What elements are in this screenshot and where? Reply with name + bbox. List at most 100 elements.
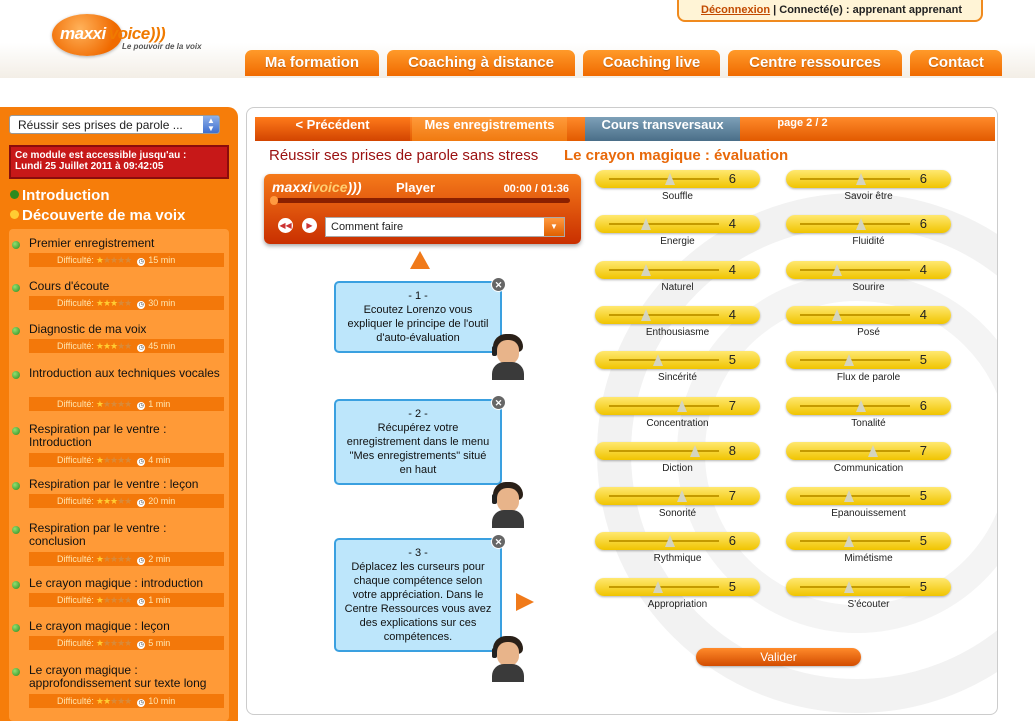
module-select-value: Réussir ses prises de parole ... bbox=[18, 118, 183, 132]
green-bullet-icon bbox=[12, 327, 20, 335]
slider-thumb[interactable] bbox=[652, 354, 663, 367]
skill-label: Sourire bbox=[852, 281, 885, 293]
nav-centre-ressources[interactable]: Centre ressources bbox=[728, 50, 902, 76]
module-select[interactable]: Réussir ses prises de parole ... ▲ ▼ bbox=[9, 115, 220, 134]
nav-contact[interactable]: Contact bbox=[910, 50, 1002, 76]
slider-thumb[interactable] bbox=[665, 173, 676, 185]
clock-icon: ◷ bbox=[137, 301, 146, 309]
slider-value: 6 bbox=[728, 171, 736, 186]
close-icon[interactable]: ✕ bbox=[491, 395, 506, 410]
slider-thumb[interactable] bbox=[843, 490, 854, 503]
slider-thumb[interactable] bbox=[677, 399, 688, 412]
skill-slider[interactable]: 4 bbox=[786, 305, 951, 324]
skill-slider[interactable]: 5 bbox=[786, 577, 951, 596]
skill-slider[interactable]: 5 bbox=[786, 487, 951, 506]
lesson-duration: 10 min bbox=[148, 696, 176, 706]
lesson-title: Cours d'écoute bbox=[29, 279, 110, 293]
skill-slider[interactable]: 6 bbox=[786, 396, 951, 415]
slider-track bbox=[609, 495, 719, 498]
skill-slider[interactable]: 4 bbox=[786, 260, 951, 279]
slider-thumb[interactable] bbox=[831, 308, 842, 321]
nav-ma-formation[interactable]: Ma formation bbox=[245, 50, 379, 76]
skill-slider[interactable]: 8 bbox=[595, 441, 760, 460]
green-bullet-icon bbox=[12, 668, 20, 676]
slider-value: 5 bbox=[919, 578, 927, 594]
clock-icon: ◷ bbox=[137, 598, 146, 606]
rewind-icon[interactable]: ◀◀ bbox=[278, 218, 293, 233]
nav-coaching-live[interactable]: Coaching live bbox=[583, 50, 720, 76]
difficulty-row: Difficulté: ★★★★★ ◷ 20 min bbox=[29, 494, 224, 508]
tab-mes-enregistrements[interactable]: Mes enregistrements bbox=[412, 117, 567, 141]
skill-slider[interactable]: 7 bbox=[595, 396, 760, 415]
slider-thumb[interactable] bbox=[843, 354, 854, 367]
coach-avatar-icon bbox=[491, 334, 525, 380]
slider-thumb[interactable] bbox=[665, 535, 676, 548]
skill-slider[interactable]: 5 bbox=[786, 532, 951, 551]
skill-slider[interactable]: 4 bbox=[595, 305, 760, 324]
arrow-right-icon bbox=[516, 593, 534, 611]
skill-slider[interactable]: 5 bbox=[595, 351, 760, 370]
slider-thumb[interactable] bbox=[868, 444, 879, 457]
slider-thumb[interactable] bbox=[640, 308, 651, 321]
slider-value: 4 bbox=[728, 306, 736, 322]
slider-thumb[interactable] bbox=[652, 580, 663, 593]
player-time: 00:00 / 01:36 bbox=[503, 183, 569, 195]
slider-thumb[interactable] bbox=[640, 218, 651, 231]
close-icon[interactable]: ✕ bbox=[491, 277, 506, 292]
lesson-duration: 4 min bbox=[148, 455, 171, 465]
skill-slider[interactable]: 4 bbox=[595, 260, 760, 279]
maxxivoice-logo[interactable]: maxxi voice))) Le pouvoir de la voix bbox=[52, 14, 202, 56]
play-icon[interactable]: ▶ bbox=[302, 218, 317, 233]
skill-slider[interactable]: 6 bbox=[786, 170, 951, 188]
skill-label: Mimétisme bbox=[844, 553, 893, 565]
lesson-duration: 1 min bbox=[148, 399, 171, 409]
difficulty-stars-icon: ★★★★★ bbox=[95, 638, 132, 648]
skill-slider[interactable]: 7 bbox=[786, 441, 951, 460]
player-track-select[interactable]: Comment faire ▼ bbox=[325, 217, 565, 237]
skill-slider[interactable]: 4 bbox=[595, 215, 760, 234]
slider-thumb[interactable] bbox=[856, 173, 867, 185]
validate-button[interactable]: Valider bbox=[696, 648, 861, 666]
slider-thumb[interactable] bbox=[843, 535, 854, 548]
lesson-title: Respiration par le ventre : Introduction bbox=[29, 422, 167, 449]
section-decouverte[interactable]: Découverte de ma voix bbox=[10, 207, 185, 224]
skill-slider[interactable]: 5 bbox=[786, 351, 951, 370]
section-introduction[interactable]: Introduction bbox=[10, 187, 109, 204]
slider-value: 7 bbox=[728, 488, 736, 504]
connection-bar: Déconnexion | Connecté(e) : apprenant ap… bbox=[677, 0, 983, 22]
select-arrows-icon: ▲ ▼ bbox=[203, 116, 219, 133]
logout-link[interactable]: Déconnexion bbox=[701, 4, 770, 16]
skill-slider[interactable]: 7 bbox=[595, 487, 760, 506]
difficulty-stars-icon: ★★★★★ bbox=[95, 554, 132, 564]
clock-icon: ◷ bbox=[137, 641, 146, 649]
difficulty-label: Difficulté: bbox=[57, 638, 94, 648]
slider-thumb[interactable] bbox=[689, 444, 700, 457]
close-icon[interactable]: ✕ bbox=[491, 534, 506, 549]
slider-value: 4 bbox=[728, 261, 736, 277]
slider-thumb[interactable] bbox=[856, 218, 867, 231]
lesson-duration: 2 min bbox=[148, 554, 171, 564]
lesson-title: Respiration par le ventre : conclusion bbox=[29, 521, 167, 548]
slider-thumb[interactable] bbox=[677, 490, 688, 503]
player-progress-handle[interactable] bbox=[270, 196, 278, 205]
skill-slider[interactable]: 6 bbox=[595, 532, 760, 551]
difficulty-label: Difficulté: bbox=[57, 496, 94, 506]
nav-coaching-distance[interactable]: Coaching à distance bbox=[387, 50, 575, 76]
slider-thumb[interactable] bbox=[640, 263, 651, 276]
slider-thumb[interactable] bbox=[831, 263, 842, 276]
difficulty-stars-icon: ★★★★★ bbox=[95, 455, 132, 465]
skill-slider[interactable]: 6 bbox=[786, 215, 951, 234]
skill-label: Energie bbox=[660, 236, 695, 248]
logo-brand-a: maxxi bbox=[60, 24, 106, 43]
skill-slider[interactable]: 6 bbox=[595, 170, 760, 188]
player-progress-bar[interactable] bbox=[270, 196, 570, 205]
skill-label: Naturel bbox=[661, 281, 694, 293]
previous-button[interactable]: < Précédent bbox=[255, 117, 410, 141]
slider-thumb[interactable] bbox=[843, 580, 854, 593]
difficulty-label: Difficulté: bbox=[57, 696, 94, 706]
slider-thumb[interactable] bbox=[856, 399, 867, 412]
difficulty-stars-icon: ★★★★★ bbox=[95, 341, 132, 351]
tab-cours-transversaux[interactable]: Cours transversaux bbox=[585, 117, 740, 141]
step-1-text: Ecoutez Lorenzo vous expliquer le princi… bbox=[347, 304, 489, 344]
skill-slider[interactable]: 5 bbox=[595, 577, 760, 596]
